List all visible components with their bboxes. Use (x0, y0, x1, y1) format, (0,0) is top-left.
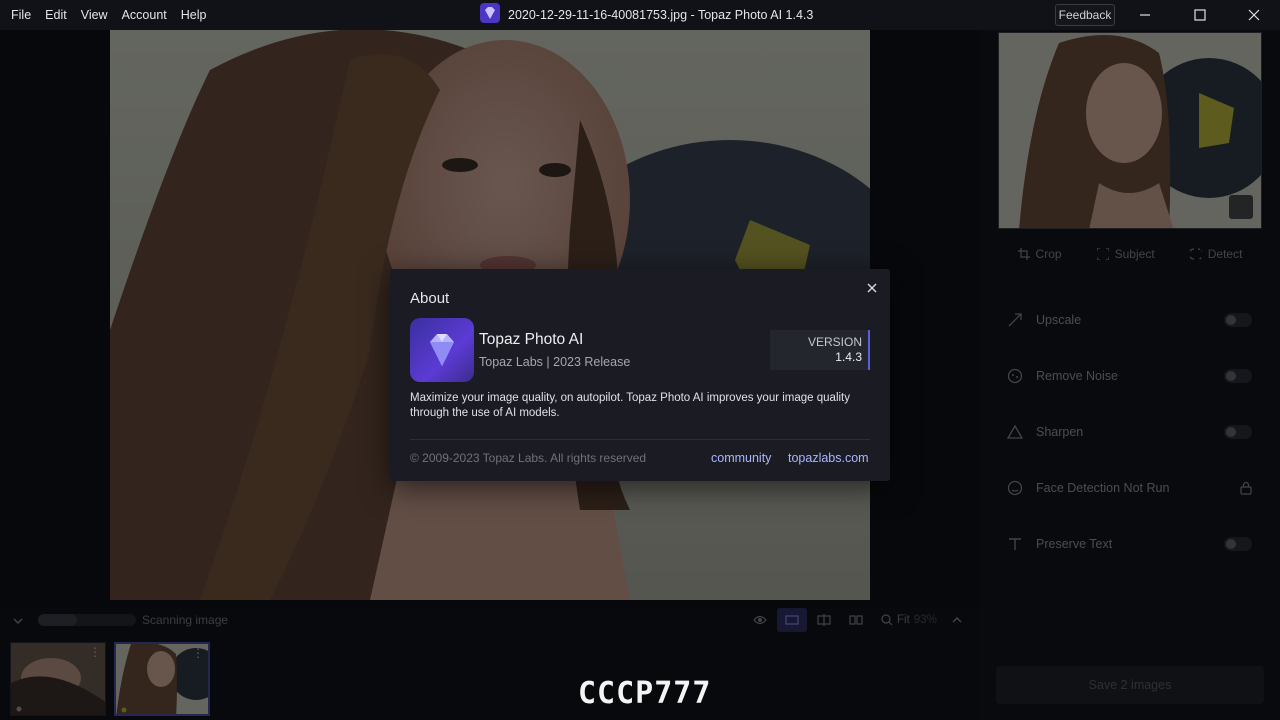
menu-bar: File Edit View Account Help (0, 0, 213, 30)
sharpen-toggle[interactable] (1224, 425, 1252, 439)
version-number: 1.4.3 (835, 350, 862, 364)
maximize-button[interactable] (1177, 0, 1223, 30)
dialog-divider (410, 439, 870, 440)
chevron-up-icon (952, 617, 962, 623)
menu-account[interactable]: Account (115, 0, 174, 30)
single-view-button[interactable] (777, 608, 807, 632)
split-view-icon (817, 614, 831, 626)
app-subtitle: Topaz Labs | 2023 Release (479, 355, 631, 369)
detect-button[interactable]: Detect (1189, 247, 1243, 261)
remove-noise-toggle[interactable] (1224, 369, 1252, 383)
filmstrip: ⋮ ⋮ (0, 638, 980, 720)
detect-icon (1189, 248, 1202, 260)
detect-label: Detect (1207, 247, 1243, 261)
close-icon (1248, 9, 1260, 21)
feature-upscale[interactable]: Upscale (1006, 309, 1252, 331)
feature-upscale-label: Upscale (1036, 313, 1082, 327)
face-icon (1006, 479, 1024, 497)
upscale-icon (1006, 311, 1024, 329)
film-thumbnail-1[interactable]: ⋮ (10, 642, 106, 716)
menu-help[interactable]: Help (174, 0, 214, 30)
crop-label: Crop (1035, 247, 1062, 261)
close-icon (867, 283, 877, 293)
subject-label: Subject (1114, 247, 1155, 261)
close-window-button[interactable] (1231, 0, 1277, 30)
eye-icon (753, 615, 767, 625)
menu-edit[interactable]: Edit (38, 0, 74, 30)
feature-sharpen-label: Sharpen (1036, 425, 1084, 439)
maximize-icon (1194, 9, 1206, 21)
dialog-title: About (410, 290, 450, 307)
chevron-down-icon[interactable] (12, 614, 24, 632)
minimize-button[interactable] (1122, 0, 1168, 30)
subject-button[interactable]: Subject (1096, 247, 1155, 261)
window-title-group: 2020-12-29-11-16-40081753.jpg - Topaz Ph… (480, 0, 813, 30)
app-name: Topaz Photo AI (479, 331, 584, 348)
minimize-icon (1140, 14, 1150, 16)
film-thumbnail-2[interactable]: ⋮ (114, 642, 210, 716)
scan-progress-bar (38, 614, 136, 626)
topazlabs-link[interactable]: topazlabs.com (788, 451, 869, 465)
film-more-icon-1[interactable]: ⋮ (89, 645, 101, 659)
diamond-icon (430, 334, 454, 366)
zoom-value: 93% (913, 614, 937, 626)
window-title: 2020-12-29-11-16-40081753.jpg - Topaz Ph… (508, 8, 814, 22)
navigator-preview[interactable] (998, 32, 1262, 229)
crop-icon (1017, 248, 1030, 260)
preserve-text-toggle[interactable] (1224, 537, 1252, 551)
feedback-button[interactable]: Feedback (1055, 4, 1115, 26)
about-dialog: About Topaz Photo AI Topaz Labs | 2023 R… (390, 269, 890, 481)
right-panel: Crop Subject Detect Upscale Remove Noise… (980, 30, 1280, 720)
community-link[interactable]: community (711, 451, 771, 465)
side-by-side-icon (849, 615, 863, 625)
scan-progress-fill (38, 614, 78, 626)
version-label: VERSION (807, 335, 862, 349)
feature-face-detection-label: Face Detection Not Run (1036, 481, 1170, 495)
feature-preserve-text-label: Preserve Text (1036, 537, 1113, 551)
split-view-button[interactable] (809, 608, 839, 632)
feature-preserve-text[interactable]: Preserve Text (1006, 533, 1252, 555)
app-description: Maximize your image quality, on autopilo… (410, 392, 850, 419)
menu-view[interactable]: View (74, 0, 115, 30)
watermark-text: CCCP777 (578, 676, 712, 711)
app-icon (410, 318, 474, 382)
lock-icon (1240, 481, 1252, 498)
preview-toggle-button[interactable] (745, 608, 775, 632)
bottom-bar: Scanning image Fit 93% (0, 606, 980, 634)
tool-row: Crop Subject Detect (980, 247, 1280, 261)
feature-face-detection: Face Detection Not Run (1006, 477, 1252, 499)
menu-file[interactable]: File (4, 0, 38, 30)
remove-noise-icon (1006, 367, 1024, 385)
upscale-toggle[interactable] (1224, 313, 1252, 327)
feature-remove-noise[interactable]: Remove Noise (1006, 365, 1252, 387)
feature-sharpen[interactable]: Sharpen (1006, 421, 1252, 443)
feature-remove-noise-label: Remove Noise (1036, 369, 1118, 383)
title-bar: File Edit View Account Help 2020-12-29-1… (0, 0, 1280, 30)
dialog-close-button[interactable] (864, 280, 880, 296)
save-images-button[interactable]: Save 2 images (996, 666, 1264, 704)
app-logo-icon (480, 2, 500, 28)
subject-icon (1096, 248, 1109, 260)
side-by-side-button[interactable] (841, 608, 871, 632)
single-view-icon (785, 615, 799, 625)
film-more-icon-2[interactable]: ⋮ (192, 646, 204, 660)
view-controls: Fit 93% (745, 608, 963, 632)
zoom-control[interactable]: Fit 93% (881, 614, 963, 626)
version-box: VERSION 1.4.3 (770, 330, 870, 370)
scan-status: Scanning image (142, 613, 229, 627)
zoom-label: Fit (897, 614, 910, 626)
zoom-icon (881, 614, 893, 626)
text-icon (1006, 535, 1024, 553)
crop-button[interactable]: Crop (1017, 247, 1062, 261)
sharpen-icon (1006, 423, 1024, 441)
copyright-text: © 2009-2023 Topaz Labs. All rights reser… (410, 451, 647, 465)
